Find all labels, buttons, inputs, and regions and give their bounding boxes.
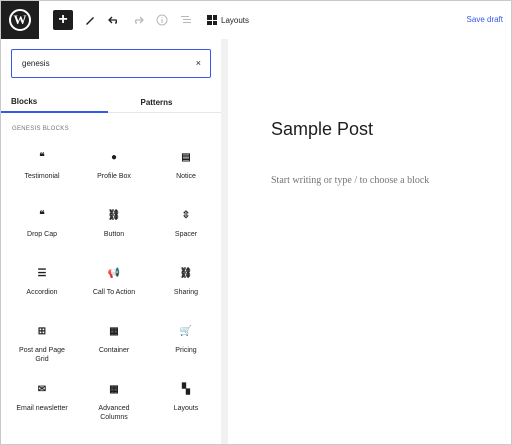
block-label: Profile Box — [97, 173, 131, 180]
quote-icon: ❝ — [39, 209, 45, 221]
block-item[interactable]: ▦ Container — [78, 313, 150, 371]
block-item[interactable]: ▚ Layouts — [150, 371, 222, 429]
tab-blocks[interactable]: Blocks — [1, 91, 108, 113]
block-item[interactable]: ▦ Advanced Columns — [78, 371, 150, 429]
wordpress-logo-icon: W — [9, 9, 31, 31]
block-item[interactable]: ▤ Notice — [150, 139, 222, 197]
wordpress-logo-button[interactable]: W — [1, 1, 39, 39]
spacer-icon: ⇳ — [181, 209, 191, 221]
block-grid: ❝ Testimonial ● Profile Box ▤ Notice ❝ Drop Cap… — [1, 139, 221, 429]
list-view-button[interactable] — [175, 1, 197, 39]
grid-icon: ⊞ — [37, 325, 47, 337]
block-item[interactable]: 📢 Call To Action — [78, 255, 150, 313]
list-view-icon — [181, 16, 191, 23]
block-label: Button — [103, 231, 125, 238]
block-inserter-panel: genesis × Blocks Patterns GENESIS BLOCKS… — [1, 39, 221, 444]
quote-icon: ❝ — [39, 151, 45, 163]
undo-icon — [108, 16, 118, 24]
editor-window: W + Layouts Save draft genesis × Blocks … — [0, 0, 512, 445]
block-label: Notice — [176, 173, 196, 180]
block-label: Advanced Columns — [98, 405, 130, 421]
details-button[interactable] — [151, 1, 173, 39]
block-item[interactable]: ✉ Email newsletter — [6, 371, 78, 429]
inserter-tabs: Blocks Patterns — [1, 91, 221, 113]
container-icon: ▦ — [109, 325, 119, 337]
block-label: Container — [98, 347, 130, 354]
layouts-icon: ▚ — [182, 383, 190, 395]
block-item[interactable]: ☰ Accordion — [6, 255, 78, 313]
add-block-button[interactable]: + — [53, 10, 73, 30]
tab-patterns[interactable]: Patterns — [108, 91, 215, 113]
redo-button[interactable] — [127, 1, 149, 39]
top-toolbar: W + Layouts Save draft — [1, 1, 511, 39]
search-value: genesis — [22, 59, 50, 68]
pencil-icon — [86, 17, 94, 25]
block-item[interactable]: ⊞ Post and Page Grid — [6, 313, 78, 371]
post-title[interactable]: Sample Post — [271, 119, 373, 140]
editor-canvas[interactable]: Sample Post Start writing or type / to c… — [228, 39, 511, 444]
info-icon — [156, 14, 168, 26]
add-block-wrapper: + — [39, 1, 73, 39]
email-icon: ✉ — [37, 383, 47, 395]
block-label: Sharing — [173, 289, 199, 296]
list-icon: ☰ — [37, 267, 47, 279]
person-icon: ● — [110, 151, 118, 163]
block-label: Email newsletter — [16, 405, 68, 412]
block-item[interactable]: ● Profile Box — [78, 139, 150, 197]
columns-icon: ▦ — [109, 383, 119, 395]
block-item[interactable]: ⛓ Sharing — [150, 255, 222, 313]
block-label: Layouts — [173, 405, 199, 412]
block-label: Testimonial — [24, 173, 60, 180]
block-item[interactable]: ❝ Drop Cap — [6, 197, 78, 255]
undo-button[interactable] — [103, 1, 125, 39]
block-item[interactable]: ⇳ Spacer — [150, 197, 222, 255]
edit-tool-button[interactable] — [79, 1, 101, 39]
notice-icon: ▤ — [181, 151, 191, 163]
block-label: Drop Cap — [27, 231, 57, 238]
block-item[interactable]: ❝ Testimonial — [6, 139, 78, 197]
cart-icon: 🛒 — [179, 325, 193, 337]
link-icon: ⛓ — [179, 267, 193, 279]
block-label: Pricing — [175, 347, 197, 354]
layouts-button[interactable]: Layouts — [207, 15, 249, 25]
panel-divider — [221, 39, 228, 444]
block-item[interactable]: 🛒 Pricing — [150, 313, 222, 371]
section-title: GENESIS BLOCKS — [12, 126, 69, 132]
megaphone-icon: 📢 — [107, 267, 121, 279]
block-label: Call To Action — [92, 289, 136, 296]
block-item[interactable]: ⛓ Button — [78, 197, 150, 255]
link-icon: ⛓ — [107, 209, 121, 221]
block-placeholder[interactable]: Start writing or type / to choose a bloc… — [271, 175, 429, 186]
search-input[interactable]: genesis × — [11, 49, 211, 78]
layouts-icon — [207, 15, 217, 25]
block-label: Accordion — [26, 289, 58, 296]
save-draft-button[interactable]: Save draft — [467, 15, 503, 24]
block-label: Post and Page Grid — [19, 347, 65, 363]
block-label: Spacer — [174, 231, 198, 238]
layouts-label: Layouts — [221, 15, 250, 25]
clear-search-icon[interactable]: × — [196, 58, 201, 68]
redo-icon — [134, 16, 144, 24]
